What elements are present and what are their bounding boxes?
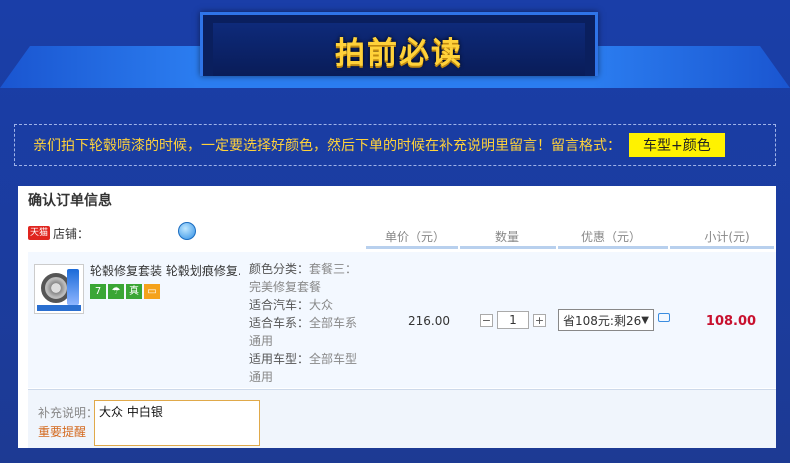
chat-icon[interactable] xyxy=(178,222,196,240)
note-label: 补充说明： xyxy=(38,406,99,420)
store-label: 店铺： xyxy=(53,227,90,241)
item-subtotal: 108.00 xyxy=(705,314,757,329)
order-panel: 确认订单信息 天猫 店铺： 单价（元） 数量 优惠（元） 小计(元) 轮毂修复套… xyxy=(18,186,776,448)
unit-price: 216.00 xyxy=(408,314,450,328)
tmall-icon: 天猫 xyxy=(28,226,50,240)
warranty-icon[interactable]: ☂ xyxy=(108,284,124,299)
notice-banner: 亲们拍下轮毂喷漆的时候，一定要选择好颜色，然后下单的时候在补充说明里留言！留言格… xyxy=(14,124,776,166)
seven-day-return-icon[interactable]: 7 xyxy=(90,284,106,299)
product-specs: 颜色分类：套餐三：完美修复套餐 适合汽车：大众 适合车系：全部车系通用 适用车型… xyxy=(249,260,369,386)
spec-line: 颜色分类：套餐三：完美修复套餐 xyxy=(249,262,358,294)
spec-line: 适用车型：全部车型通用 xyxy=(249,352,358,384)
credit-card-icon[interactable]: ▭ xyxy=(144,284,160,299)
column-divider xyxy=(670,246,774,249)
discount-select[interactable]: 省108元:剩26 ▼ xyxy=(558,309,654,331)
chevron-down-icon: ▼ xyxy=(641,314,649,326)
column-quantity: 数量 xyxy=(494,230,519,244)
product-name-link[interactable]: 轮毂修复套装 轮毂划痕修复... xyxy=(90,262,240,279)
column-divider xyxy=(366,246,458,249)
genuine-icon[interactable]: 真 xyxy=(126,284,142,299)
column-divider xyxy=(558,246,668,249)
column-divider xyxy=(460,246,556,249)
spec-line: 适合汽车：大众 xyxy=(249,298,334,312)
note-row: 补充说明： 重要提醒 大众 中白银 xyxy=(28,389,776,448)
table-row: 轮毂修复套装 轮毂划痕修复... 7 ☂ 真 ▭ 颜色分类：套餐三：完美修复套餐… xyxy=(28,252,776,388)
page-title: 拍前必读 xyxy=(335,35,463,71)
notice-format-tag: 车型+颜色 xyxy=(629,133,725,157)
spec-line: 适合车系：全部车系通用 xyxy=(249,316,358,348)
column-discount: 优惠（元） xyxy=(580,230,641,244)
order-title: 确认订单信息 xyxy=(28,193,112,209)
decrease-quantity-button[interactable]: − xyxy=(480,313,493,327)
increase-quantity-button[interactable]: + xyxy=(533,313,546,327)
quantity-stepper: − 1 + xyxy=(480,311,546,329)
spray-can-image xyxy=(67,269,79,305)
quantity-input[interactable]: 1 xyxy=(497,311,529,329)
product-thumbnail[interactable] xyxy=(34,264,84,314)
notice-text: 亲们拍下轮毂喷漆的时候，一定要选择好颜色，然后下单的时候在补充说明里留言！留言格… xyxy=(33,138,621,154)
message-icon[interactable] xyxy=(658,313,670,322)
note-textarea[interactable]: 大众 中白银 xyxy=(94,400,260,446)
service-badges: 7 ☂ 真 ▭ xyxy=(90,284,160,299)
header-panel: 拍前必读 xyxy=(200,12,598,76)
discount-selected-value: 省108元:剩26 xyxy=(563,313,642,328)
column-unit-price: 单价（元） xyxy=(384,230,445,244)
important-reminder-link[interactable]: 重要提醒 xyxy=(38,423,86,440)
column-subtotal: 小计(元) xyxy=(704,230,750,244)
